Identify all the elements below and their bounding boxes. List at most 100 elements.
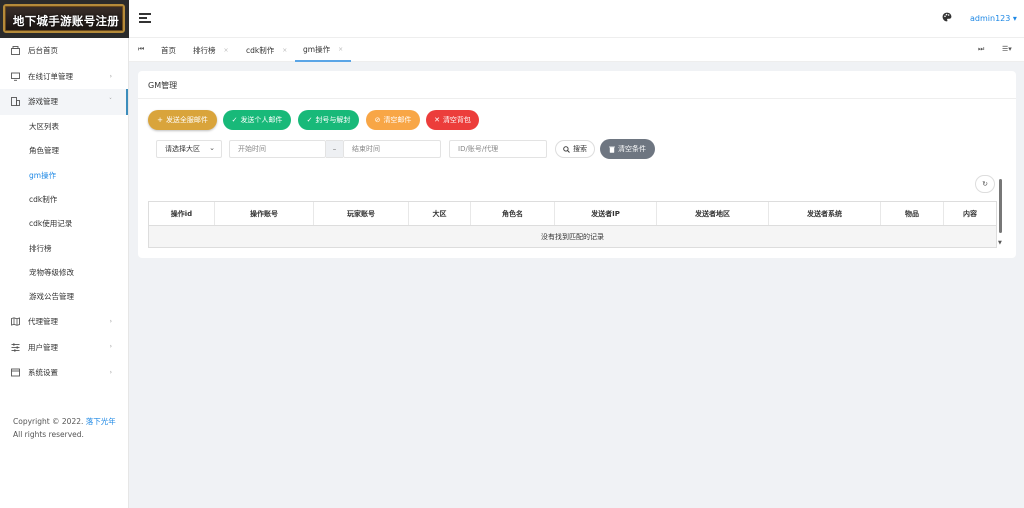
sidebar-subitem-cdk-make[interactable]: cdk制作 (0, 187, 128, 211)
chevron-down-icon: ⌄ (209, 144, 215, 152)
sidebar-subitem-regions[interactable]: 大区列表 (0, 115, 128, 139)
id-search-input[interactable]: ID/账号/代理 (449, 140, 547, 158)
user-name: admin123 (970, 14, 1011, 23)
column-header[interactable]: 物品 (880, 202, 943, 225)
button-label: 发送个人邮件 (240, 116, 283, 124)
sidebar-subitem-cdk-log[interactable]: cdk使用记录 (0, 212, 128, 236)
sidebar-subitem-roles[interactable]: 角色管理 (0, 139, 128, 163)
sidebar-subitem-ranking[interactable]: 排行榜 (0, 236, 128, 260)
tabs-scroll-left-icon[interactable]: ⏮ (138, 45, 144, 54)
tab-label: 首页 (161, 45, 176, 55)
scroll-down-arrow-icon[interactable]: ▼ (998, 240, 1002, 246)
chevron-down-icon: ▾ (1012, 14, 1017, 23)
copyright-prefix: Copyright © 2022. (13, 417, 84, 426)
sidebar-item-agents[interactable]: 代理管理 › (0, 309, 128, 335)
sidebar-subitem-pet-level[interactable]: 宠物等级修改 (0, 260, 128, 284)
clear-mail-button[interactable]: ⊘ 清空邮件 (366, 110, 420, 130)
refresh-button[interactable]: ↻ (975, 175, 995, 193)
top-bar: admin123 ▾ (129, 0, 1024, 38)
column-header[interactable]: 操作账号 (214, 202, 313, 225)
tab-gm[interactable]: gm操作 × (295, 38, 352, 62)
trash-icon (609, 146, 615, 153)
search-label: 搜索 (573, 145, 587, 153)
tab-ranking[interactable]: 排行榜 × (193, 38, 229, 62)
dashboard-icon (11, 46, 20, 56)
gm-card: GM管理 + 发送全服邮件 ✓ 发送个人邮件 ✓ 封号与解封 ⊘ 清空邮件 ✕ … (138, 71, 1016, 258)
column-header[interactable]: 发送者系统 (768, 202, 880, 225)
tabs-scroll-right-icon[interactable]: ⏭ (978, 45, 984, 54)
monitor-icon (11, 72, 20, 81)
table-scrollbar[interactable]: ▼ (998, 179, 1003, 247)
card-title: GM管理 (148, 81, 178, 90)
sliders-icon (11, 343, 20, 352)
tab-label: gm操作 (303, 44, 331, 54)
sidebar-item-dashboard[interactable]: 后台首页 (0, 38, 128, 64)
clear-filters-button[interactable]: 清空条件 (600, 139, 655, 159)
tab-label: cdk制作 (246, 45, 275, 55)
sidebar-subitem-gm[interactable]: gm操作 (0, 163, 128, 187)
tab-home[interactable]: 首页 (161, 38, 176, 62)
send-all-mail-button[interactable]: + 发送全服邮件 (148, 110, 217, 130)
menu-toggle-icon[interactable] (139, 13, 151, 23)
sidebar-item-label: 后台首页 (28, 46, 58, 56)
column-header[interactable]: 发送者地区 (656, 202, 768, 225)
sidebar-item-settings[interactable]: 系统设置 › (0, 360, 128, 386)
window-icon (11, 368, 20, 377)
scrollbar-thumb[interactable] (999, 179, 1002, 233)
copyright-link[interactable]: 落下光年 (86, 417, 116, 426)
close-icon[interactable]: × (282, 47, 287, 54)
start-time-input[interactable]: 开始时间 (229, 140, 326, 158)
empty-message: 没有找到匹配的记录 (541, 232, 604, 241)
sidebar-item-orders[interactable]: 在线订单管理 › (0, 64, 128, 90)
close-icon[interactable]: × (338, 46, 343, 53)
sidebar-item-label: 在线订单管理 (28, 71, 73, 81)
chevron-right-icon: › (109, 317, 112, 325)
button-label: 清空背包 (442, 116, 471, 124)
ban-unban-button[interactable]: ✓ 封号与解封 (298, 110, 359, 130)
button-label: 清空邮件 (383, 116, 412, 124)
table-empty-row: 没有找到匹配的记录 (148, 226, 997, 248)
logo[interactable]: 地下城手游账号注册 (0, 0, 129, 38)
sidebar-menu: 后台首页 在线订单管理 › 游戏管理 ˇ 大区列表 角色管理 gm操作 cdk制… (0, 38, 128, 385)
chevron-right-icon: › (109, 343, 112, 351)
chevron-down-icon: ˇ (109, 98, 112, 105)
sidebar-item-label: 代理管理 (28, 317, 58, 327)
end-time-input[interactable]: 结束时间 (343, 140, 441, 158)
start-time-placeholder: 开始时间 (238, 145, 266, 153)
region-select[interactable]: 请选择大区 ⌄ (156, 140, 222, 158)
column-header[interactable]: 角色名 (470, 202, 554, 225)
button-label: 封号与解封 (315, 116, 351, 124)
sidebar: 地下城手游账号注册 后台首页 在线订单管理 › 游戏管理 ˇ 大区列表 角色管理… (0, 0, 129, 508)
column-header[interactable]: 发送者IP (554, 202, 656, 225)
sidebar-item-label: 用户管理 (28, 342, 58, 352)
sidebar-item-game[interactable]: 游戏管理 ˇ (0, 89, 128, 115)
send-personal-mail-button[interactable]: ✓ 发送个人邮件 (223, 110, 291, 130)
ban-icon: ⊘ (374, 116, 381, 124)
column-header[interactable]: 大区 (408, 202, 470, 225)
records-table: 操作id 操作账号 玩家账号 大区 角色名 发送者IP 发送者地区 发送者系统 … (148, 201, 997, 248)
sidebar-subitem-announcements[interactable]: 游戏公告管理 (0, 285, 128, 309)
clear-filters-label: 清空条件 (618, 145, 646, 153)
clear-bag-button[interactable]: ✕ 清空背包 (426, 110, 479, 130)
palette-icon[interactable] (942, 12, 952, 22)
user-menu[interactable]: admin123 ▾ (970, 14, 1017, 23)
column-header[interactable]: 操作id (148, 202, 214, 225)
check-icon: ✓ (231, 116, 238, 124)
end-time-placeholder: 结束时间 (352, 145, 380, 153)
building-icon (11, 97, 20, 107)
sidebar-item-users[interactable]: 用户管理 › (0, 334, 128, 360)
tabs-menu-icon[interactable]: ☰▾ (1002, 45, 1012, 53)
search-button[interactable]: 搜索 (555, 140, 595, 158)
sidebar-item-label: 系统设置 (28, 368, 58, 378)
table-header: 操作id 操作账号 玩家账号 大区 角色名 发送者IP 发送者地区 发送者系统 … (148, 201, 997, 226)
check-icon: ✓ (306, 116, 313, 124)
button-label: 发送全服邮件 (165, 116, 208, 124)
tab-cdk-make[interactable]: cdk制作 × (246, 38, 287, 62)
x-icon: ✕ (434, 116, 440, 124)
column-header[interactable]: 玩家账号 (313, 202, 408, 225)
tabs-bar: ⏮ 首页 排行榜 × cdk制作 × gm操作 × ⏭ ☰▾ (129, 38, 1024, 62)
map-icon (11, 317, 20, 326)
column-header[interactable]: 内容 (943, 202, 997, 225)
sidebar-item-label: 游戏管理 (28, 97, 58, 107)
close-icon[interactable]: × (224, 47, 229, 54)
